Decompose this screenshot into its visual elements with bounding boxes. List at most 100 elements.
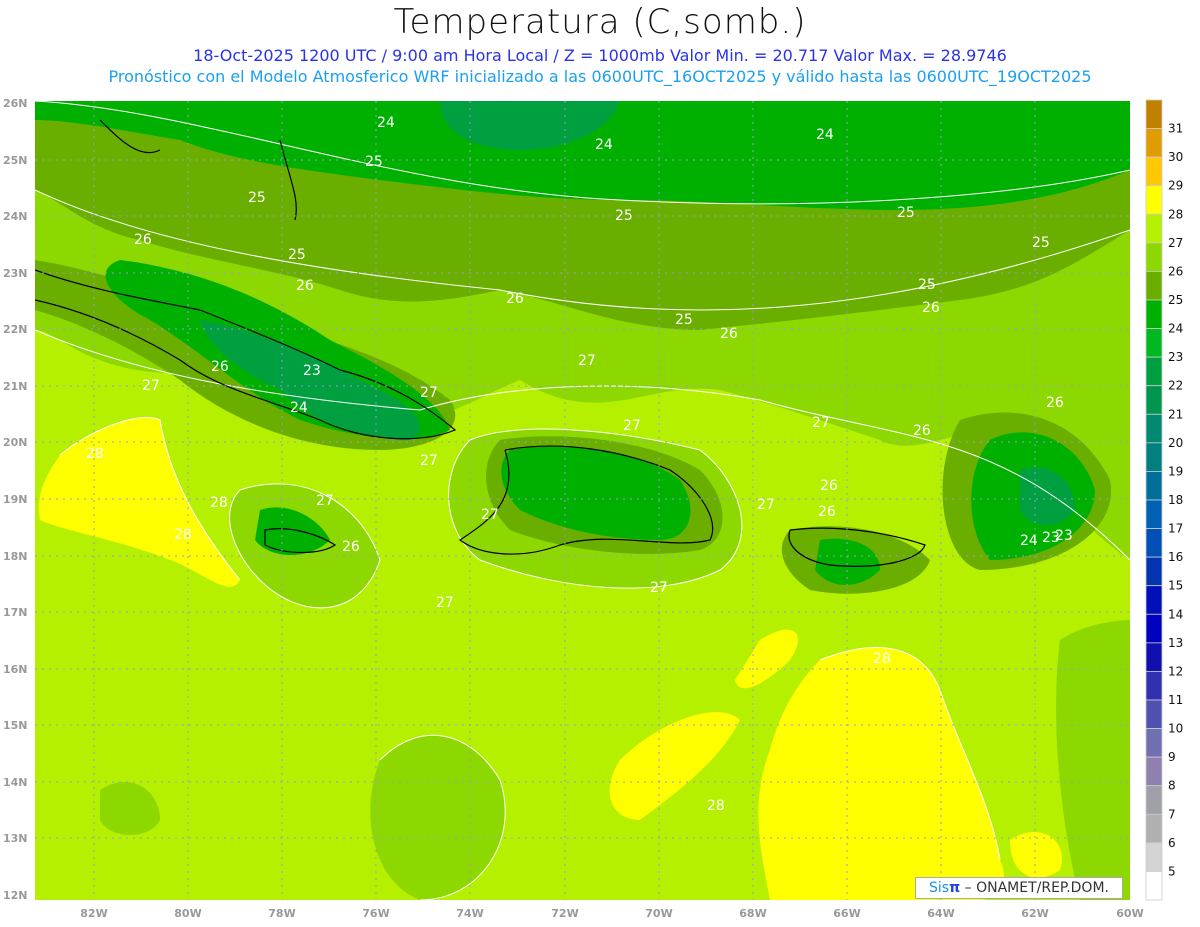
colorbar-label: 21 [1168, 407, 1183, 421]
contour-label: 26 [296, 278, 314, 294]
contour-label: 25 [615, 208, 633, 224]
longitude-labels: 82W 80W 78W 76W 74W 72W 70W 68W 66W 64W … [80, 907, 1143, 920]
colorbar-swatch [1145, 613, 1163, 644]
lat-label: 22N [3, 323, 28, 336]
lon-label: 78W [268, 907, 295, 920]
colorbar-swatch [1145, 385, 1163, 415]
colorbar-label: 25 [1168, 293, 1183, 307]
colorbar-swatch [1145, 356, 1163, 387]
contour-label: 25 [288, 247, 306, 263]
colorbar-swatch [1145, 299, 1163, 329]
colorbar-swatch [1145, 871, 1163, 901]
colorbar-swatch [1145, 128, 1163, 158]
credit-text: – ONAMET/REP.DOM. [964, 880, 1109, 896]
colorbar-swatch [1145, 728, 1163, 758]
colorbar-swatch [1145, 842, 1163, 872]
lat-label: 21N [3, 380, 28, 393]
contour-label: 27 [142, 378, 160, 394]
lat-label: 24N [3, 210, 28, 223]
colorbar-label: 13 [1168, 636, 1183, 650]
credit-pi-logo: π [949, 880, 961, 896]
colorbar-label: 14 [1168, 607, 1183, 621]
credit-box: Sisπ – ONAMET/REP.DOM. [915, 877, 1123, 899]
colorbar-label: 20 [1168, 436, 1183, 450]
credit-sis: Sis [929, 880, 950, 896]
contour-label: 27 [578, 353, 596, 369]
contour-label: 26 [211, 359, 229, 375]
contour-label: 27 [420, 385, 438, 401]
colorbar-label: 30 [1168, 150, 1183, 164]
colorbar-swatch [1145, 642, 1163, 672]
colorbar-swatch [1145, 756, 1163, 787]
colorbar-label: 27 [1168, 236, 1183, 250]
lat-label: 26N [3, 97, 28, 110]
contour-label: 25 [248, 190, 266, 206]
colorbar-label: 19 [1168, 464, 1183, 478]
colorbar-swatch [1145, 442, 1163, 472]
colorbar-label: 5 [1168, 864, 1176, 878]
lon-label: 82W [80, 907, 107, 920]
contour-label: 26 [342, 539, 360, 555]
lon-label: 76W [362, 907, 389, 920]
colorbar-label: 26 [1168, 264, 1183, 278]
lat-label: 18N [3, 550, 28, 563]
contour-label: 27 [481, 507, 499, 523]
colorbar-swatch [1145, 413, 1163, 444]
contour-label: 24 [595, 137, 613, 153]
lon-label: 70W [645, 907, 672, 920]
colorbar-label: 8 [1168, 779, 1176, 793]
contour-label: 25 [897, 205, 915, 221]
contour-label: 25 [365, 154, 383, 170]
contour-label: 28 [86, 446, 104, 462]
contour-label: 27 [757, 497, 775, 513]
contour-label: 27 [316, 493, 334, 509]
contour-label: 26 [922, 300, 940, 316]
contour-label: 26 [506, 291, 524, 307]
colorbar-label: 24 [1168, 322, 1183, 336]
colorbar-label: 10 [1168, 722, 1183, 736]
lon-label: 62W [1021, 907, 1048, 920]
colorbar-swatch [1145, 785, 1163, 815]
colorbar-label: 29 [1168, 179, 1183, 193]
colorbar-swatch [1145, 556, 1163, 587]
contour-label: 25 [675, 312, 693, 328]
colorbar: 31 30 29 28 27 26 25 24 23 22 21 20 19 18 17 16 15 14 13 12… [1145, 99, 1183, 901]
colorbar-label: 31 [1168, 122, 1183, 136]
map-fill [35, 101, 1130, 900]
colorbar-swatch [1145, 328, 1163, 358]
colorbar-swatch [1145, 671, 1163, 701]
contour-label: 27 [436, 595, 454, 611]
lat-label: 20N [3, 436, 28, 449]
colorbar-swatch [1145, 585, 1163, 615]
colorbar-swatch [1145, 213, 1163, 244]
contour-label: 25 [1032, 235, 1050, 251]
contour-label: 25 [918, 277, 936, 293]
lat-label: 12N [3, 889, 28, 902]
colorbar-swatch [1145, 528, 1163, 558]
lat-label: 17N [3, 606, 28, 619]
colorbar-label: 23 [1168, 350, 1183, 364]
colorbar-label: 15 [1168, 579, 1183, 593]
contour-label: 28 [174, 527, 192, 543]
contour-label: 24 [816, 127, 834, 143]
lat-label: 13N [3, 832, 28, 845]
colorbar-swatch [1145, 813, 1163, 844]
lat-label: 14N [3, 776, 28, 789]
contour-label: 27 [650, 580, 668, 596]
colorbar-swatch [1145, 242, 1163, 272]
lon-label: 64W [927, 907, 954, 920]
contour-label: 26 [720, 326, 738, 342]
colorbar-swatch [1145, 471, 1163, 501]
lon-label: 80W [174, 907, 201, 920]
contour-label: 28 [210, 495, 228, 511]
colorbar-label: 11 [1168, 693, 1183, 707]
colorbar-label: 22 [1168, 379, 1183, 393]
colorbar-swatch [1145, 156, 1163, 187]
latitude-labels: 26N 25N 24N 23N 22N 21N 20N 19N 18N 17N … [3, 97, 28, 902]
colorbar-swatch [1145, 499, 1163, 529]
colorbar-label: 18 [1168, 493, 1183, 507]
colorbar-label: 9 [1168, 750, 1176, 764]
contour-label: 24 [1020, 533, 1038, 549]
lon-label: 60W [1116, 907, 1143, 920]
colorbar-swatch [1145, 185, 1163, 215]
